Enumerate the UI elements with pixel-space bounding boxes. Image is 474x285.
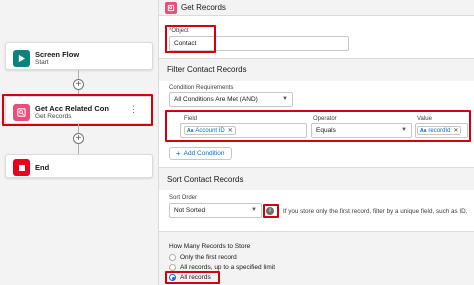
add-condition-label: Add Condition: [183, 150, 225, 157]
radio-circle: [169, 254, 176, 261]
text-type-icon: Aa: [187, 127, 194, 134]
highlight-box: [165, 271, 220, 284]
radio-label: Only the first record: [180, 254, 237, 261]
properties-panel: Get Records *Object Contact Filter Conta…: [158, 0, 474, 285]
sort-section-title: Sort Contact Records: [167, 175, 244, 184]
field-pill: Aa Account ID ✕: [184, 126, 236, 135]
add-element-button[interactable]: +: [73, 79, 84, 90]
radio-all-records-limit[interactable]: All records, up to a specified limit: [169, 264, 275, 271]
condition-requirements-value: All Conditions Are Met (AND): [174, 96, 258, 103]
chevron-down-icon: ▼: [282, 96, 288, 102]
flow-node-start[interactable]: Screen Flow Start: [5, 42, 153, 70]
store-records-label: How Many Records to Store: [169, 243, 251, 250]
flow-node-end[interactable]: End: [5, 154, 153, 178]
add-condition-button[interactable]: + Add Condition: [169, 147, 232, 160]
highlight-box: [2, 94, 153, 126]
condition-requirements-label: Condition Requirements: [169, 85, 234, 91]
node-title: End: [35, 163, 50, 172]
play-icon: [13, 50, 30, 67]
highlight-box: [165, 25, 216, 53]
stop-icon: [13, 159, 30, 176]
chevron-down-icon: ▼: [251, 207, 257, 213]
chevron-down-icon: ▼: [401, 127, 407, 133]
sort-section-header: Sort Contact Records: [159, 168, 474, 190]
node-title: Screen Flow: [35, 50, 80, 59]
panel-title: Get Records: [181, 3, 226, 12]
sort-order-value: Not Sorted: [174, 207, 206, 214]
add-element-button[interactable]: +: [73, 133, 84, 144]
filter-section-header: Filter Contact Records: [159, 59, 474, 81]
field-label: Field: [184, 116, 198, 122]
field-input[interactable]: Aa Account ID ✕: [180, 123, 307, 138]
flow-canvas: Screen Flow Start + Get Acc Related Con …: [0, 0, 158, 285]
value-input[interactable]: Aa recordId ✕: [415, 123, 468, 138]
field-value: Account ID: [195, 127, 225, 134]
condition-requirements-select[interactable]: All Conditions Are Met (AND) ▼: [169, 92, 293, 107]
remove-icon[interactable]: ✕: [228, 127, 233, 134]
operator-select[interactable]: Equals ▼: [311, 123, 412, 138]
value-pill: Aa recordId ✕: [417, 126, 462, 135]
radio-first-record[interactable]: Only the first record: [169, 254, 237, 261]
sort-info-text: If you store only the first record, filt…: [283, 208, 468, 215]
value-value: recordId: [428, 127, 451, 134]
text-type-icon: Aa: [420, 127, 427, 134]
sort-order-select[interactable]: Not Sorted ▼: [169, 203, 262, 218]
info-icon: i: [266, 207, 274, 215]
panel-header: Get Records: [159, 0, 474, 16]
operator-label: Operator: [313, 116, 337, 122]
operator-value: Equals: [316, 127, 336, 134]
radio-circle: [169, 264, 176, 271]
get-records-icon: [165, 2, 177, 14]
filter-section-title: Filter Contact Records: [167, 65, 247, 74]
radio-label: All records, up to a specified limit: [180, 264, 276, 271]
plus-icon: +: [176, 149, 181, 158]
sort-order-label: Sort Order: [169, 195, 198, 201]
node-subtitle: Start: [35, 59, 49, 66]
value-label: Value: [417, 116, 432, 122]
remove-icon[interactable]: ✕: [453, 127, 458, 134]
